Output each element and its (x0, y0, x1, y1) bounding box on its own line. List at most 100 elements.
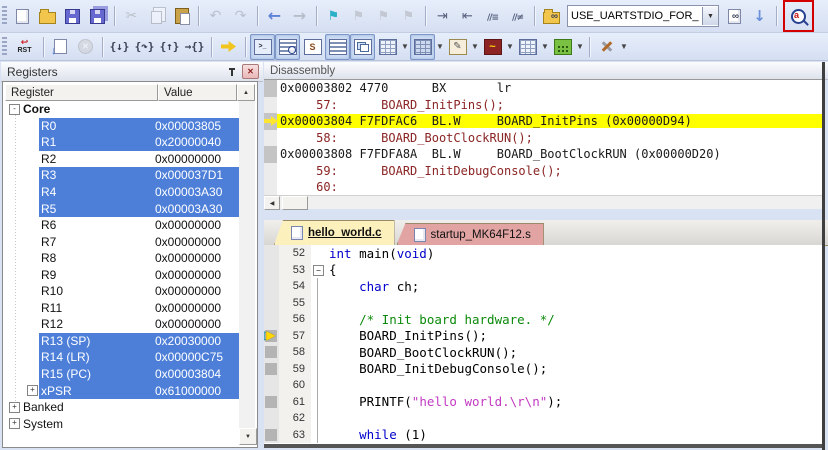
step-into-button[interactable]: {↓} (107, 34, 132, 60)
code-line[interactable]: ▷▶ 54 − char ch; (264, 278, 822, 295)
disassembly-line[interactable]: 58: BOARD_BootClockRUN(); (264, 130, 822, 147)
register-row[interactable]: R13 (SP) 0x20030000 (5, 333, 239, 350)
find-in-files-button[interactable] (539, 3, 564, 29)
scroll-down-button[interactable]: ▼ (239, 428, 257, 445)
fold-margin[interactable]: − (311, 262, 325, 279)
close-registers-button[interactable]: ✕ (242, 64, 259, 79)
register-row[interactable]: R9 0x00000000 (5, 266, 239, 283)
disassembly-gutter[interactable] (264, 163, 277, 180)
comment-button[interactable] (480, 3, 505, 29)
register-column-header[interactable]: Register (5, 84, 158, 101)
registers-window-button[interactable] (325, 34, 350, 60)
forward-button[interactable] (287, 3, 312, 29)
scrollbar-thumb[interactable] (282, 196, 308, 210)
incremental-find-button[interactable] (747, 3, 772, 29)
trace-window-dropdown[interactable]: ▼ (540, 36, 550, 58)
fold-collapse-icon[interactable]: − (313, 265, 324, 276)
toolbar-grip[interactable] (2, 6, 7, 26)
memory-window-button[interactable] (410, 34, 435, 60)
fold-margin[interactable]: − (311, 394, 325, 411)
clear-bookmarks-button[interactable] (396, 3, 421, 29)
breakpoint-margin[interactable]: ▷▶ (264, 361, 279, 378)
fold-margin[interactable]: − (311, 377, 325, 394)
disassembly-horizontal-scrollbar[interactable]: ◀ (264, 195, 822, 209)
disassembly-line[interactable]: 0x00003802 4770 BX lr (264, 80, 822, 97)
run-button[interactable] (48, 34, 73, 60)
lookup-button[interactable]: a (786, 3, 811, 29)
paste-button[interactable] (169, 3, 194, 29)
reset-button[interactable]: ↩RST (10, 34, 39, 60)
serial-window-dropdown[interactable]: ▼ (470, 36, 480, 58)
code-line[interactable]: ▷▶ 59 − BOARD_InitDebugConsole(); (264, 361, 822, 378)
disassembly-panel-caption[interactable]: Disassembly (264, 62, 828, 80)
registers-panel-caption[interactable]: Registers ✕ (1, 62, 263, 82)
save-button[interactable] (60, 3, 85, 29)
breakpoint-margin[interactable]: ▷▶ (264, 278, 279, 295)
disassembly-gutter[interactable] (264, 130, 277, 147)
callstack-window-button[interactable] (350, 34, 375, 60)
breakpoint-margin[interactable]: ▷▶ (264, 377, 279, 394)
fold-margin[interactable]: − (311, 427, 325, 444)
register-row[interactable]: R8 0x00000000 (5, 250, 239, 267)
find-button[interactable] (722, 3, 747, 29)
disassembly-gutter[interactable] (264, 179, 277, 196)
disassembly-line[interactable]: 0x00003808 F7FDFA8A BL.W BOARD_BootClock… (264, 146, 822, 163)
command-window-button[interactable]: >_ (250, 34, 275, 60)
code-line[interactable]: ▷▶ 58 − BOARD_BootClockRUN(); (264, 344, 822, 361)
run-to-cursor-button[interactable]: →{} (182, 34, 207, 60)
register-row[interactable]: R6 0x00000000 (5, 217, 239, 234)
fold-margin[interactable]: − (311, 328, 325, 345)
navigate-back-button[interactable] (262, 3, 287, 29)
serial-window-button[interactable] (445, 34, 470, 60)
code-line[interactable]: ▷▶ 56 − /* Init board hardware. */ (264, 311, 822, 328)
symbols-window-button[interactable]: S (300, 34, 325, 60)
save-all-button[interactable] (85, 3, 110, 29)
watch-window-button[interactable] (375, 34, 400, 60)
breakpoint-margin[interactable]: ▷▶ (264, 427, 279, 444)
breakpoint-margin[interactable]: ▷▶ (264, 328, 279, 345)
editor-tab[interactable]: hello_world.c (274, 220, 395, 245)
scroll-left-button[interactable]: ◀ (264, 196, 280, 210)
disassembly-line[interactable]: 57: BOARD_InitPins(); (264, 97, 822, 114)
step-out-button[interactable]: {↑} (157, 34, 182, 60)
watch-window-dropdown[interactable]: ▼ (400, 36, 410, 58)
combo-dropdown-button[interactable]: ▼ (702, 7, 718, 25)
register-row[interactable]: R7 0x00000000 (5, 233, 239, 250)
fold-margin[interactable]: − (311, 311, 325, 328)
register-row[interactable]: R11 0x00000000 (5, 300, 239, 317)
register-row[interactable]: R0 0x00003805 (5, 118, 239, 135)
system-viewer-button[interactable] (550, 34, 575, 60)
disassembly-gutter[interactable] (264, 97, 277, 114)
disassembly-line[interactable]: 0x00003804 F7FDFAC6 BL.W BOARD_InitPins … (264, 113, 822, 130)
register-row[interactable]: + System (5, 415, 239, 432)
toggle-bookmark-button[interactable] (321, 3, 346, 29)
code-line[interactable]: ▷▶ 53 − { (264, 262, 822, 279)
next-bookmark-button[interactable] (371, 3, 396, 29)
code-line[interactable]: ▷▶ 57 − BOARD_InitPins(); (264, 328, 822, 345)
disassembly-gutter[interactable] (264, 80, 277, 97)
toolbar-grip[interactable] (2, 37, 7, 57)
analysis-window-button[interactable]: ~ (480, 34, 505, 60)
breakpoint-margin[interactable]: ▷▶ (264, 295, 279, 312)
register-row[interactable]: + Banked (5, 399, 239, 416)
cut-button[interactable] (119, 3, 144, 29)
register-row[interactable]: R5 0x00003A30 (5, 200, 239, 217)
tree-expand-icon[interactable]: + (27, 385, 38, 396)
register-row[interactable]: R14 (LR) 0x00000C75 (5, 349, 239, 366)
code-line[interactable]: ▷▶ 52 − int main(void) (264, 245, 822, 262)
breakpoint-margin[interactable]: ▷▶ (264, 394, 279, 411)
register-row[interactable]: R10 0x00000000 (5, 283, 239, 300)
tree-expand-icon[interactable]: + (9, 402, 20, 413)
open-file-button[interactable] (35, 3, 60, 29)
toolbox-button[interactable] (594, 34, 619, 60)
fold-margin[interactable]: − (311, 278, 325, 295)
register-row[interactable]: R15 (PC) 0x00003804 (5, 366, 239, 383)
analysis-window-dropdown[interactable]: ▼ (505, 36, 515, 58)
disassembly-line[interactable]: 60: (264, 179, 822, 196)
fold-margin[interactable]: − (311, 295, 325, 312)
code-line[interactable]: ▷▶ 62 − (264, 410, 822, 427)
register-row[interactable]: R1 0x20000040 (5, 134, 239, 151)
show-next-statement-button[interactable] (216, 34, 241, 60)
register-row[interactable]: - Core (5, 101, 239, 118)
tree-expand-icon[interactable]: - (9, 104, 20, 115)
